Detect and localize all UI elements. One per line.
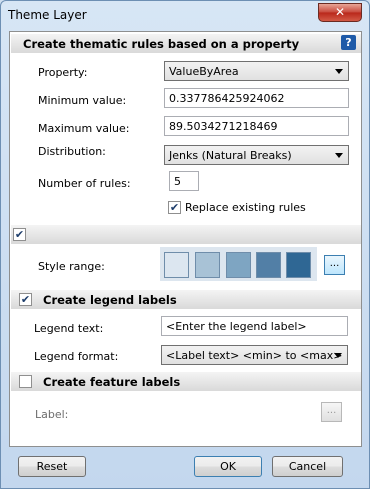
legend-text-input[interactable]: <Enter the legend label> <box>161 316 348 336</box>
legend-format-select[interactable]: <Label text> <min> to <max> <box>161 345 348 365</box>
create-feature-labels-checkbox[interactable] <box>19 375 32 388</box>
title-bar: Theme Layer ✕ <box>1 1 369 29</box>
legend-header-text: Create legend labels <box>43 293 177 307</box>
style-swatch-4[interactable] <box>256 252 281 278</box>
number-of-rules-label: Number of rules: <box>38 177 131 190</box>
cancel-button[interactable]: Cancel <box>272 456 343 477</box>
legend-format-select-value: <Label text> <min> to <max> <box>166 349 343 362</box>
chevron-down-icon <box>335 153 343 158</box>
create-legend-labels-checkbox[interactable]: ✔ <box>19 293 32 306</box>
feature-section-header: Create feature labels <box>11 372 361 391</box>
style-swatch-5[interactable] <box>286 252 311 278</box>
legend-format-label: Legend format: <box>34 350 119 363</box>
ok-button[interactable]: OK <box>194 456 262 477</box>
style-range-browse-button[interactable]: ... <box>324 255 345 275</box>
replace-existing-rules-label: Replace existing rules <box>185 201 306 214</box>
style-range-label: Style range: <box>38 260 105 273</box>
distribution-select[interactable]: Jenks (Natural Breaks) <box>164 145 349 165</box>
thematic-header-text: Create thematic rules based on a propert… <box>23 37 300 51</box>
feature-label-browse-button[interactable]: ... <box>321 402 342 422</box>
number-of-rules-input[interactable]: 5 <box>169 171 199 191</box>
distribution-select-value: Jenks (Natural Breaks) <box>169 149 292 162</box>
property-select[interactable]: ValueByArea <box>164 61 349 81</box>
maximum-value-label: Maximum value: <box>38 122 130 135</box>
window-title: Theme Layer <box>8 8 87 22</box>
reset-button[interactable]: Reset <box>18 456 86 477</box>
feature-label-label: Label: <box>35 408 69 421</box>
legend-text-label: Legend text: <box>34 322 104 335</box>
legend-section-header: ✔ Create legend labels <box>11 290 361 309</box>
distribution-label: Distribution: <box>38 145 106 158</box>
minimum-value-input[interactable]: 0.337786425924062 <box>164 88 349 108</box>
property-select-value: ValueByArea <box>169 65 239 78</box>
chevron-down-icon <box>334 353 342 358</box>
replace-existing-rules-checkbox[interactable]: ✔ <box>168 201 181 214</box>
thematic-section-header: Create thematic rules based on a propert… <box>11 34 361 53</box>
minimum-value-label: Minimum value: <box>38 94 127 107</box>
style-swatch-1[interactable] <box>164 252 189 278</box>
close-button[interactable]: ✕ <box>318 3 362 22</box>
style-swatch-2[interactable] <box>195 252 220 278</box>
style-swatch-3[interactable] <box>226 252 251 278</box>
settings-panel: Create thematic rules based on a propert… <box>9 31 362 447</box>
theme-layer-dialog: Theme Layer ✕ Create thematic rules base… <box>0 0 370 489</box>
help-icon[interactable]: ? <box>341 35 356 50</box>
style-section-header: ✔ <box>11 225 361 244</box>
maximum-value-input[interactable]: 89.5034271218469 <box>164 116 349 136</box>
feature-header-text: Create feature labels <box>43 375 181 389</box>
style-section-checkbox[interactable]: ✔ <box>13 228 26 241</box>
chevron-down-icon <box>335 69 343 74</box>
property-label: Property: <box>38 66 88 79</box>
